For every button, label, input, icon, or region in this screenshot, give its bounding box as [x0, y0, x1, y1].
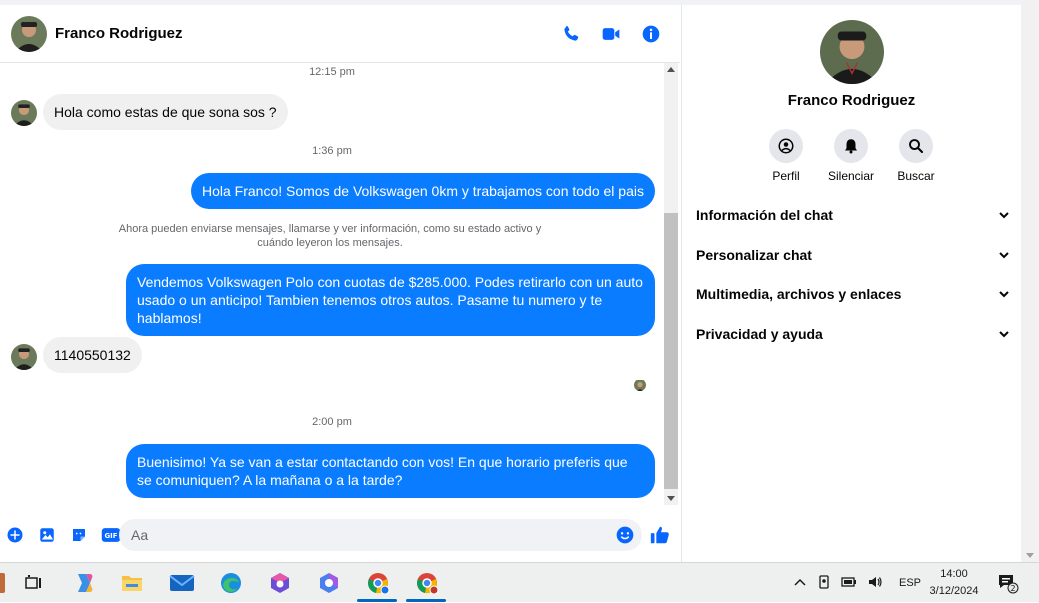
contact-name[interactable]: Franco Rodriguez	[55, 25, 183, 42]
message-bubble-outgoing[interactable]: Buenisimo! Ya se van a estar contactando…	[126, 444, 655, 498]
chevron-down-icon	[999, 331, 1009, 338]
scroll-down-icon[interactable]	[667, 496, 675, 501]
volume-icon[interactable]	[867, 575, 883, 592]
bell-icon	[845, 139, 857, 154]
chevron-down-icon	[999, 252, 1009, 259]
chat-info-panel: Franco Rodriguez Perfil Silenciar Buscar…	[681, 5, 1021, 562]
photo-icon[interactable]	[36, 524, 58, 546]
section-label: Información del chat	[696, 207, 833, 223]
composer: GIF	[0, 512, 680, 558]
sticker-icon[interactable]	[68, 524, 90, 546]
section-label: Privacidad y ayuda	[696, 326, 823, 342]
search-action[interactable]: Buscar	[881, 129, 951, 183]
chevron-down-icon	[999, 212, 1009, 219]
mute-action-label: Silenciar	[827, 169, 875, 183]
clock[interactable]: 14:00 3/12/2024	[920, 566, 988, 600]
message-bubble-incoming[interactable]: Hola como estas de que sona sos ?	[43, 94, 288, 130]
m365-icon[interactable]	[267, 570, 293, 596]
search-icon	[909, 139, 924, 154]
section-privacy-help[interactable]: Privacidad y ayuda	[696, 324, 1010, 344]
scroll-down-icon[interactable]	[1026, 553, 1034, 558]
timestamp: 12:15 pm	[309, 66, 355, 78]
battery-icon[interactable]	[841, 576, 857, 591]
scrollbar-thumb[interactable]	[664, 213, 678, 489]
section-label: Multimedia, archivos y enlaces	[696, 286, 902, 302]
message-list[interactable]: 12:15 pm Hola como estas de que sona sos…	[0, 63, 664, 505]
notification-count: 2	[1010, 584, 1015, 593]
plus-icon[interactable]	[4, 524, 26, 546]
contact-message-avatar	[11, 100, 37, 126]
mute-action[interactable]: Silenciar	[816, 129, 886, 183]
message-bubble-outgoing[interactable]: Vendemos Volkswagen Polo con cuotas de $…	[126, 264, 655, 336]
notifications-icon[interactable]: 2	[995, 570, 1021, 596]
chevron-down-icon	[999, 291, 1009, 298]
contact-avatar[interactable]	[11, 15, 47, 52]
section-media-files-links[interactable]: Multimedia, archivos y enlaces	[696, 284, 1010, 304]
profile-avatar[interactable]	[820, 20, 884, 84]
meet-icon[interactable]	[817, 574, 831, 592]
mail-icon[interactable]	[169, 570, 195, 596]
copilot-app-icon[interactable]	[316, 570, 342, 596]
clock-date: 3/12/2024	[929, 585, 979, 597]
search-action-label: Buscar	[897, 169, 935, 183]
clock-time: 14:00	[940, 568, 968, 580]
scroll-up-icon[interactable]	[667, 67, 675, 72]
profile-action[interactable]: Perfil	[751, 129, 821, 183]
contact-message-avatar	[11, 344, 37, 370]
profile-icon	[778, 138, 794, 154]
svg-text:GIF: GIF	[105, 532, 118, 540]
edge-icon[interactable]	[218, 570, 244, 596]
file-explorer-icon[interactable]	[119, 570, 145, 596]
language-indicator[interactable]: ESP	[899, 577, 921, 589]
system-tray: ESP	[793, 563, 921, 603]
chat-header: Franco Rodriguez	[0, 5, 680, 63]
section-label: Personalizar chat	[696, 247, 812, 263]
timestamp: 2:00 pm	[312, 416, 352, 428]
timestamp: 1:36 pm	[312, 145, 352, 157]
chrome-profile-icon[interactable]	[365, 570, 391, 596]
like-icon[interactable]	[649, 524, 671, 546]
task-view-icon[interactable]	[20, 570, 46, 596]
system-note: Ahora pueden enviarse mensajes, llamarse…	[118, 223, 542, 249]
profile-action-label: Perfil	[772, 169, 800, 183]
seen-indicator-avatar	[634, 379, 646, 391]
phone-icon[interactable]	[560, 23, 582, 45]
emoji-icon[interactable]	[614, 524, 636, 546]
message-bubble-outgoing[interactable]: Hola Franco! Somos de Volkswagen 0km y t…	[190, 173, 655, 209]
profile-name: Franco Rodriguez	[787, 92, 916, 109]
page-scrollbar[interactable]	[1021, 0, 1039, 562]
start-edge-icon[interactable]	[0, 570, 8, 596]
section-customize-chat[interactable]: Personalizar chat	[696, 245, 1010, 265]
message-scrollbar[interactable]	[664, 63, 678, 505]
copilot-icon[interactable]	[71, 570, 97, 596]
taskbar: ESP 14:00 3/12/2024 2	[0, 562, 1039, 602]
video-call-icon[interactable]	[600, 23, 622, 45]
message-input[interactable]	[119, 519, 642, 551]
chrome-b-icon[interactable]	[414, 570, 440, 596]
message-bubble-incoming[interactable]: 1140550132	[43, 337, 142, 373]
chevron-up-icon[interactable]	[793, 577, 807, 590]
section-chat-info[interactable]: Información del chat	[696, 205, 1010, 225]
info-icon[interactable]	[640, 23, 662, 45]
